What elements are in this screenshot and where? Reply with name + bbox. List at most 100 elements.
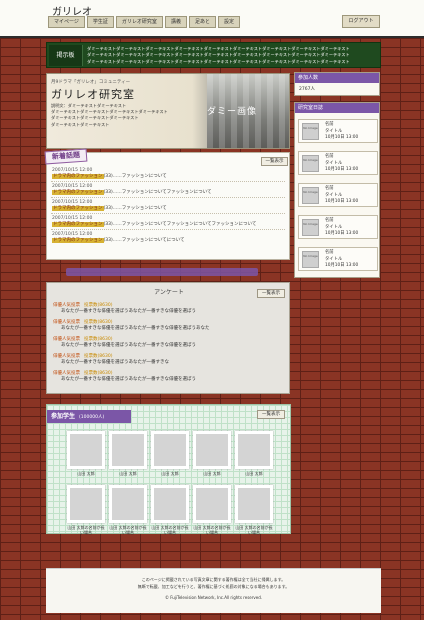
news-item[interactable]: 2007/10/15 12:00 ドラマ内のファッション(33)……ファッション…	[52, 184, 282, 196]
survey-question: あなたが一番すきな俳優を選ぼうあなたが一番すきな	[61, 360, 169, 365]
nav-student-id[interactable]: 学生証	[86, 16, 114, 28]
top-bar: ガリレオ マイページ 学生証 ガリレオ研究室 講義 足あと 設定 ログアウト	[0, 0, 424, 38]
member-photo[interactable]	[109, 485, 147, 523]
news-title[interactable]: ……ファッションについて	[113, 174, 167, 179]
diary-entry[interactable]: No Image 名前 タイトル 10月10日 13:00	[298, 119, 378, 143]
diary-entry[interactable]: No Image 名前 タイトル 10月10日 13:00	[298, 183, 378, 207]
no-image-thumbnail: No Image	[302, 187, 319, 204]
news-more-button[interactable]: 一覧表示	[261, 157, 288, 166]
member-name[interactable]: 山田 太郎の名前が長い場合	[151, 525, 189, 535]
community-title: ガリレオ研究室	[51, 88, 135, 101]
member-card[interactable]: 山田 太郎の名前が長い場合	[109, 485, 147, 535]
member-name[interactable]: 山田 太郎	[151, 471, 189, 476]
news-item[interactable]: 2007/10/15 12:00 ドラマ内のファッション(33)……ファッション…	[52, 168, 282, 180]
member-card[interactable]: 山田 太郎	[151, 431, 189, 481]
nav-lecture[interactable]: 講義	[164, 16, 187, 28]
member-name[interactable]: 山田 太郎	[67, 471, 105, 476]
news-title[interactable]: ……ファッションについてファッションについてファッションについて	[113, 222, 257, 227]
divider	[51, 197, 285, 198]
diary-entry[interactable]: No Image 名前 タイトル 10月10日 13:00	[298, 151, 378, 175]
member-card[interactable]: 山田 太郎	[109, 431, 147, 481]
member-name[interactable]: 山田 太郎の名前が長い場合	[67, 525, 105, 535]
news-category[interactable]: ドラマ内のファッション	[52, 190, 104, 195]
member-name[interactable]: 山田 太郎	[193, 471, 231, 476]
sidebar: 参加人数 2767人 研究室日誌 No Image 名前 タイトル 10月10日 1…	[294, 72, 380, 278]
diary-entry[interactable]: No Image 名前 タイトル 10月10日 13:00	[298, 215, 378, 239]
news-count: (33)	[103, 174, 113, 179]
nav-settings[interactable]: 設定	[217, 16, 240, 28]
survey-item[interactable]: 俳優人気投票 投票数(8630) あなたが一番すきな俳優を選ぼうあなたが一番すきな…	[53, 303, 283, 315]
news-category[interactable]: ドラマ内のファッション	[52, 174, 104, 179]
news-item[interactable]: 2007/10/15 12:00 ドラマ内のファッション(33)……ファッション…	[52, 216, 282, 228]
member-name[interactable]: 山田 太郎の名前が長い場合	[109, 525, 147, 535]
member-name[interactable]: 山田 太郎	[235, 471, 273, 476]
survey-question: あなたが一番すきな俳優を選ぼうあなたが一番すきな俳優を選ぼう	[61, 377, 196, 382]
diary-date: 10月10日 13:00	[325, 135, 359, 140]
member-photo[interactable]	[193, 485, 231, 523]
news-title[interactable]: ……ファッションについてファッションについて	[113, 190, 212, 195]
new-topics-panel: 新着話題 一覧表示 2007/10/15 12:00 ドラマ内のファッション(3…	[44, 148, 290, 260]
survey-count: 投票数(8630)	[84, 303, 113, 308]
nav-mypage[interactable]: マイページ	[48, 16, 85, 28]
bulletin-line[interactable]: ダミーテキストダミーテキストダミーテキストダミーテキストダミーテキストダミーテキ…	[87, 52, 377, 58]
community-subtitle: 月9ドラマ「ガリレオ」コミュニティー	[51, 80, 131, 85]
member-photo[interactable]	[67, 485, 105, 523]
news-count: (33)	[103, 206, 113, 211]
survey-name[interactable]: 俳優人気投票	[53, 354, 80, 359]
main-nav: マイページ 学生証 ガリレオ研究室 講義 足あと 設定	[48, 16, 240, 28]
nav-footprints[interactable]: 足あと	[188, 16, 216, 28]
diary-info: 名前 タイトル 10月10日 13:00	[325, 250, 358, 270]
news-category[interactable]: ドラマ内のファッション	[52, 206, 104, 211]
member-card[interactable]: 山田 太郎の名前が長い場合	[151, 485, 189, 535]
members-count: (100000人)	[79, 415, 105, 420]
survey-name[interactable]: 俳優人気投票	[53, 320, 80, 325]
member-name[interactable]: 山田 太郎の名前が長い場合	[235, 525, 273, 535]
survey-item[interactable]: 俳優人気投票 投票数(8630) あなたが一番すきな俳優を選ぼうあなたが一番すきな…	[53, 337, 283, 349]
members-more-button[interactable]: 一覧表示	[257, 410, 285, 419]
news-title[interactable]: ……ファッションについてについて	[113, 238, 185, 243]
news-title[interactable]: ……ファッションについて	[113, 206, 167, 211]
survey-name[interactable]: 俳優人気投票	[53, 371, 80, 376]
member-name[interactable]: 山田 太郎の名前が長い場合	[193, 525, 231, 535]
community-description: 説明文：ダミーテキストダミーテキスト ダミーテキストダミーテキストダミーテキスト…	[51, 103, 201, 128]
member-name[interactable]: 山田 太郎	[109, 471, 147, 476]
nav-galileo-lab[interactable]: ガリレオ研究室	[115, 16, 163, 28]
survey-item[interactable]: 俳優人気投票 投票数(8630) あなたが一番すきな俳優を選ぼうあなたが一番すきな…	[53, 320, 283, 332]
no-image-thumbnail: No Image	[302, 123, 319, 140]
survey-item[interactable]: 俳優人気投票 投票数(8630) あなたが一番すきな俳優を選ぼうあなたが一番すきな…	[53, 371, 283, 383]
new-topics-label: 新着話題	[44, 148, 88, 165]
member-photo[interactable]	[67, 431, 105, 469]
bulletin-text: ダミーテキストダミーテキストダミーテキストダミーテキストダミーテキストダミーテキ…	[87, 46, 377, 65]
member-photo[interactable]	[193, 431, 231, 469]
member-card[interactable]: 山田 太郎	[235, 431, 273, 481]
member-photo[interactable]	[235, 485, 273, 523]
member-card[interactable]: 山田 太郎の名前が長い場合	[193, 485, 231, 535]
member-photo[interactable]	[235, 431, 273, 469]
news-item[interactable]: 2007/10/15 12:00 ドラマ内のファッション(33)……ファッション…	[52, 200, 282, 212]
diary-entry[interactable]: No Image 名前 タイトル 10月10日 13:00	[298, 247, 378, 271]
news-category[interactable]: ドラマ内のファッション	[52, 238, 104, 243]
survey-count: 投票数(8630)	[84, 337, 113, 342]
survey-more-button[interactable]: 一覧表示	[257, 289, 285, 298]
footer-notice: このページに掲載されている写真文章に関する著作権は全て当社に帰属します。	[141, 577, 286, 582]
diary-info: 名前 タイトル 10月10日 13:00	[325, 154, 358, 174]
member-card[interactable]: 山田 太郎の名前が長い場合	[235, 485, 273, 535]
survey-item[interactable]: 俳優人気投票 投票数(8630) あなたが一番すきな俳優を選ぼうあなたが一番すきな	[53, 354, 283, 366]
divider	[51, 181, 285, 182]
member-photo[interactable]	[109, 431, 147, 469]
survey-name[interactable]: 俳優人気投票	[53, 303, 80, 308]
member-photo[interactable]	[151, 431, 189, 469]
news-category[interactable]: ドラマ内のファッション	[52, 222, 104, 227]
survey-name[interactable]: 俳優人気投票	[53, 337, 80, 342]
participants-count: 2767人	[299, 87, 315, 92]
member-photo[interactable]	[151, 485, 189, 523]
member-card[interactable]: 山田 太郎	[193, 431, 231, 481]
logout-button[interactable]: ログアウト	[342, 15, 380, 28]
members-label: 参加学生 (100000人)	[47, 410, 131, 423]
bulletin-line[interactable]: ダミーテキストダミーテキストダミーテキストダミーテキストダミーテキストダミーテキ…	[87, 59, 377, 65]
member-card[interactable]: 山田 太郎	[67, 431, 105, 481]
members-panel: 参加学生 (100000人) 一覧表示 山田 太郎 山田 太郎 山田 太郎 山田 …	[46, 404, 291, 535]
member-card[interactable]: 山田 太郎の名前が長い場合	[67, 485, 105, 535]
participants-box: 参加人数 2767人	[294, 72, 380, 96]
news-item[interactable]: 2007/10/15 12:00 ドラマ内のファッション(33)……ファッション…	[52, 232, 282, 244]
